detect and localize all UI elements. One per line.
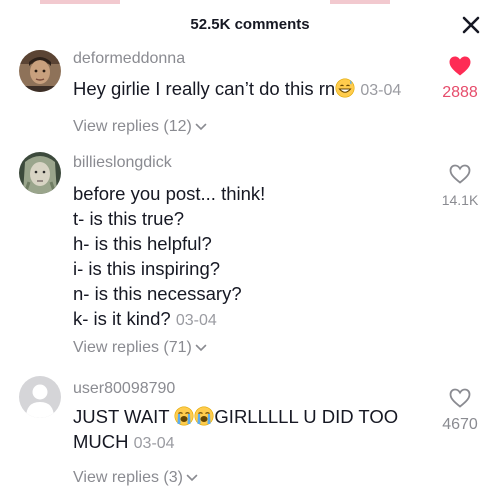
comment-username[interactable]: user80098790 bbox=[73, 380, 175, 398]
chevron-down-icon bbox=[186, 474, 198, 482]
view-replies-button[interactable]: View replies (3) bbox=[73, 469, 198, 487]
comment-date: 03-04 bbox=[133, 435, 175, 452]
comment-item: user80098790 JUST WAIT GIRLLLLL U DID TO… bbox=[0, 0, 500, 496]
comment-text: JUST WAIT GIRLLLLL U DID TOO MUCH 03-04 bbox=[73, 404, 418, 456]
loudly-crying-emoji-icon bbox=[174, 406, 194, 426]
avatar[interactable] bbox=[19, 376, 61, 418]
comment-text-before: JUST WAIT bbox=[73, 406, 170, 427]
heart-outline-icon[interactable] bbox=[448, 387, 472, 409]
view-replies-label: View replies (3) bbox=[73, 469, 183, 486]
loudly-crying-emoji-icon bbox=[194, 406, 214, 426]
like-count: 4670 bbox=[442, 416, 478, 433]
like-control[interactable]: 4670 bbox=[430, 387, 490, 434]
